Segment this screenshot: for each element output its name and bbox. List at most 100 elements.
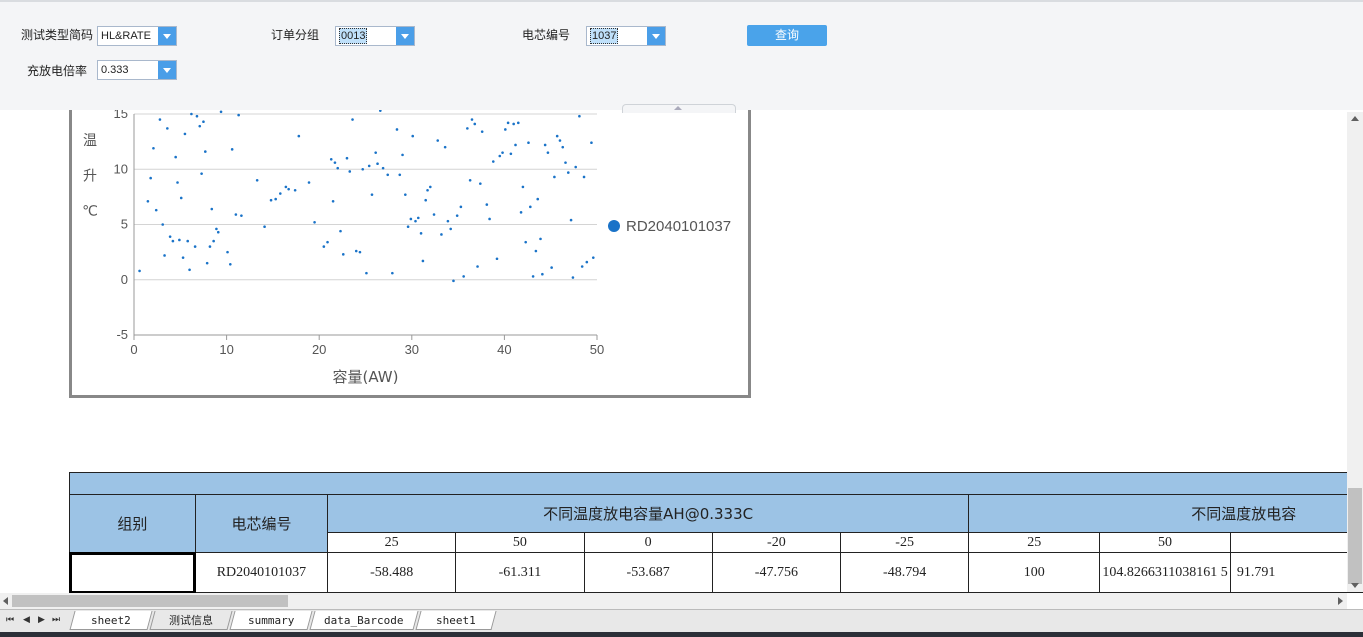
- chevron-down-icon[interactable]: [158, 61, 176, 79]
- legend-label: RD2040101037: [626, 218, 731, 235]
- data-point: [436, 139, 440, 142]
- value-cell[interactable]: 100: [968, 552, 1101, 593]
- data-point: [536, 197, 540, 201]
- vertical-scroll-thumb[interactable]: [1348, 488, 1362, 584]
- x-tick-label: 40: [497, 342, 511, 357]
- group-cell[interactable]: [68, 551, 197, 594]
- data-point: [183, 132, 187, 136]
- sheet-tab[interactable]: summary: [229, 611, 313, 630]
- cell-no-header[interactable]: 电芯编号: [194, 494, 329, 553]
- data-point: [263, 225, 266, 229]
- data-point: [204, 150, 207, 153]
- temp-header[interactable]: -20: [711, 532, 842, 553]
- value-cell[interactable]: -61.311: [455, 552, 585, 593]
- y-tick-label: 0: [121, 272, 128, 287]
- sheet-tab-label: data_Barcode: [324, 614, 404, 627]
- data-point: [284, 185, 288, 189]
- horizontal-scrollbar[interactable]: [0, 593, 1347, 609]
- discharge-capacity-header-2-label: 不同温度放电容: [1191, 505, 1297, 523]
- cell-no-label: 电芯编号: [522, 28, 571, 42]
- y-axis-title-char: ℃: [82, 204, 98, 220]
- sheet-tab-active[interactable]: 测试信息: [149, 611, 233, 630]
- scroll-up-icon[interactable]: [1351, 116, 1359, 121]
- cell-no-cell[interactable]: RD2040101037: [194, 552, 329, 593]
- temp-header[interactable]: 50: [455, 532, 585, 553]
- data-point: [181, 256, 185, 259]
- value-cell[interactable]: 91.791: [1229, 552, 1363, 593]
- chevron-down-icon[interactable]: [158, 27, 176, 45]
- data-point: [480, 130, 484, 133]
- data-point: [459, 205, 463, 209]
- data-point: [578, 114, 581, 118]
- data-point: [574, 165, 578, 169]
- data-point: [293, 188, 297, 192]
- temp-header[interactable]: 25: [327, 532, 457, 553]
- temp-header[interactable]: [1229, 532, 1363, 553]
- group-header[interactable]: 组别: [69, 494, 196, 553]
- sheet-tab-label: sheet2: [91, 614, 131, 627]
- chevron-down-icon[interactable]: [647, 27, 665, 45]
- prev-sheet-icon[interactable]: ◀: [23, 615, 30, 625]
- data-point: [485, 203, 489, 206]
- value-cell[interactable]: -48.794: [839, 552, 970, 593]
- value-cell[interactable]: -58.488: [327, 552, 457, 593]
- data-point: [313, 220, 316, 224]
- test-type-select[interactable]: HL&RATE: [97, 26, 177, 46]
- data-point: [212, 239, 215, 243]
- temp-header[interactable]: 50: [1099, 532, 1231, 553]
- value-cell[interactable]: -47.756: [711, 552, 842, 593]
- horizontal-scroll-thumb[interactable]: [12, 595, 288, 607]
- last-sheet-icon[interactable]: ⏭: [52, 615, 60, 625]
- data-point: [154, 208, 158, 212]
- data-point: [200, 172, 203, 175]
- data-point: [470, 118, 474, 121]
- query-button[interactable]: 查询: [747, 25, 827, 46]
- collapse-filter-toggle[interactable]: [622, 104, 736, 113]
- data-point: [466, 127, 469, 130]
- order-group-select[interactable]: 0013: [335, 26, 415, 46]
- data-point: [215, 227, 218, 231]
- data-point: [331, 199, 335, 203]
- sheet-tab-bar: ⏮ ◀ ▶ ⏭ sheet2 测试信息 summary data_Barcode…: [0, 609, 1363, 633]
- cell-no-value: 1037: [590, 28, 619, 44]
- data-point: [188, 268, 191, 272]
- data-point: [219, 110, 223, 114]
- chevron-down-icon[interactable]: [396, 27, 414, 45]
- data-table: 组别 电芯编号 不同温度放电容量AH@0.333C 不同温度放电容 25 50 …: [68, 472, 1363, 594]
- data-point: [345, 156, 349, 160]
- sheet-tab[interactable]: sheet1: [415, 611, 497, 630]
- temp-header[interactable]: -25: [839, 532, 970, 553]
- data-point: [351, 118, 354, 121]
- temp-header[interactable]: 0: [583, 532, 713, 553]
- sheet-tab[interactable]: data_Barcode: [309, 611, 419, 630]
- data-point: [336, 166, 340, 170]
- discharge-capacity-header[interactable]: 不同温度放电容量AH@0.333C: [327, 494, 970, 533]
- sheet-tab[interactable]: sheet2: [69, 611, 153, 630]
- data-point: [210, 207, 214, 211]
- order-group-value: 0013: [339, 28, 368, 44]
- scroll-down-icon[interactable]: [1351, 583, 1359, 588]
- data-point: [546, 151, 550, 154]
- data-point: [582, 175, 586, 179]
- data-point: [455, 214, 459, 217]
- vertical-scrollbar[interactable]: [1347, 112, 1363, 592]
- discharge-capacity-header-2[interactable]: 不同温度放电容: [968, 494, 1363, 533]
- scroll-right-icon[interactable]: [1338, 597, 1343, 605]
- data-point: [152, 146, 155, 150]
- data-point: [571, 276, 575, 279]
- scroll-left-icon[interactable]: [3, 597, 8, 605]
- data-point: [381, 166, 385, 170]
- data-point: [404, 193, 407, 196]
- data-point: [255, 179, 259, 182]
- rate-select[interactable]: 0.333: [97, 60, 177, 80]
- sheet-tab-label: summary: [247, 614, 295, 627]
- data-point: [516, 121, 520, 125]
- data-point: [365, 271, 368, 275]
- cell-no-select[interactable]: 1037: [586, 26, 666, 46]
- value-cell[interactable]: 104.8266311038161 5: [1099, 552, 1231, 593]
- next-sheet-icon[interactable]: ▶: [38, 615, 45, 625]
- table-banner: [69, 472, 1363, 495]
- temp-header[interactable]: 25: [968, 532, 1101, 553]
- first-sheet-icon[interactable]: ⏮: [6, 615, 14, 625]
- value-cell[interactable]: -53.687: [583, 552, 713, 593]
